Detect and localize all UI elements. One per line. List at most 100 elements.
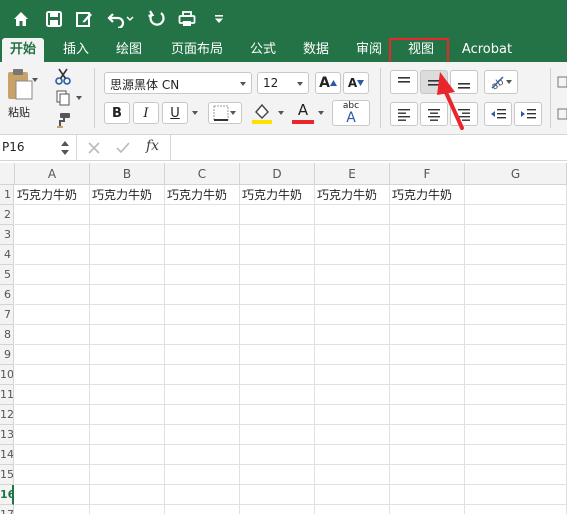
name-box[interactable]: P16: [2, 140, 25, 154]
sheet-cell[interactable]: [465, 185, 567, 205]
sheet-cell[interactable]: [90, 405, 165, 425]
underline-dropdown-icon[interactable]: [190, 108, 200, 118]
italic-button[interactable]: I: [133, 102, 159, 124]
tab-data[interactable]: 数据: [296, 38, 336, 62]
sheet-cell[interactable]: [240, 425, 315, 445]
sheet-cell[interactable]: [240, 305, 315, 325]
fill-color-button[interactable]: [250, 100, 274, 126]
sheet-cell[interactable]: [165, 505, 240, 514]
sheet-cell[interactable]: [15, 385, 90, 405]
column-header[interactable]: F: [390, 163, 465, 185]
enter-check-icon[interactable]: [116, 142, 130, 154]
sheet-cell[interactable]: [240, 385, 315, 405]
sheet-cell[interactable]: [240, 345, 315, 365]
sheet-cell[interactable]: [165, 305, 240, 325]
sheet-cell[interactable]: [390, 265, 465, 285]
edit-icon[interactable]: [73, 8, 95, 30]
sheet-cell[interactable]: [15, 345, 90, 365]
paste-dropdown-icon[interactable]: [30, 70, 40, 90]
tab-acrobat[interactable]: Acrobat: [456, 38, 518, 62]
format-painter-icon[interactable]: [52, 110, 74, 130]
sheet-cell[interactable]: [165, 405, 240, 425]
sheet-cell[interactable]: [465, 405, 567, 425]
column-header[interactable]: G: [465, 163, 567, 185]
sheet-cell[interactable]: [315, 345, 390, 365]
select-all-corner[interactable]: [0, 163, 15, 185]
merge-cells-icon[interactable]: [556, 106, 567, 122]
sheet-cell[interactable]: [15, 365, 90, 385]
sheet-cell[interactable]: [90, 205, 165, 225]
sheet-cell[interactable]: [390, 305, 465, 325]
sheet-cell[interactable]: [165, 385, 240, 405]
sheet-cell[interactable]: [90, 325, 165, 345]
sheet-cell[interactable]: [315, 405, 390, 425]
sheet-cell[interactable]: 巧克力牛奶: [390, 185, 465, 205]
font-name-dropdown[interactable]: 思源黑体 CN: [104, 72, 252, 94]
row-header[interactable]: 7: [0, 305, 14, 325]
font-color-button[interactable]: A: [291, 100, 315, 126]
tab-formulas[interactable]: 公式: [243, 38, 283, 62]
sheet-cell[interactable]: [15, 205, 90, 225]
wrap-text-icon[interactable]: [556, 74, 567, 90]
sheet-cell[interactable]: [465, 265, 567, 285]
sheet-cell[interactable]: [240, 245, 315, 265]
sheet-cell[interactable]: [390, 465, 465, 485]
sheet-cell[interactable]: [15, 225, 90, 245]
sheet-cell[interactable]: [165, 205, 240, 225]
cancel-icon[interactable]: [88, 142, 100, 154]
sheet-cell[interactable]: [90, 285, 165, 305]
column-header[interactable]: C: [165, 163, 240, 185]
sheet-cell[interactable]: [390, 345, 465, 365]
align-middle-button[interactable]: [420, 70, 448, 94]
undo-dropdown-icon[interactable]: [124, 8, 136, 30]
sheet-cell[interactable]: [90, 365, 165, 385]
row-header[interactable]: 9: [0, 345, 14, 365]
sheet-cell[interactable]: [390, 285, 465, 305]
sheet-cell[interactable]: [390, 425, 465, 445]
sheet-cell[interactable]: [390, 385, 465, 405]
sheet-cell[interactable]: [90, 265, 165, 285]
tab-page-layout[interactable]: 页面布局: [162, 38, 232, 62]
sheet-cell[interactable]: [15, 325, 90, 345]
row-header[interactable]: 13: [0, 425, 14, 445]
orientation-button[interactable]: ab: [484, 70, 518, 94]
copy-dropdown-icon[interactable]: [74, 92, 84, 104]
sheet-cell[interactable]: [90, 505, 165, 514]
sheet-cell[interactable]: [465, 485, 567, 505]
increase-font-size-button[interactable]: A: [315, 72, 341, 94]
sheet-cell[interactable]: [240, 285, 315, 305]
sheet-cell[interactable]: [315, 385, 390, 405]
copy-icon[interactable]: [52, 88, 74, 108]
sheet-cell[interactable]: [240, 265, 315, 285]
sheet-cell[interactable]: [315, 485, 390, 505]
sheet-cell[interactable]: [315, 265, 390, 285]
sheet-cell[interactable]: [315, 305, 390, 325]
align-bottom-button[interactable]: [450, 70, 478, 94]
row-header[interactable]: 3: [0, 225, 14, 245]
sheet-cell[interactable]: [315, 245, 390, 265]
sheet-cell[interactable]: 巧克力牛奶: [315, 185, 390, 205]
sheet-cell[interactable]: [390, 405, 465, 425]
sheet-cell[interactable]: [315, 445, 390, 465]
sheet-cell[interactable]: [165, 425, 240, 445]
sheet-cell[interactable]: [15, 425, 90, 445]
sheet-cell[interactable]: [465, 385, 567, 405]
save-icon[interactable]: [43, 8, 65, 30]
sheet-cell[interactable]: [315, 205, 390, 225]
sheet-cell[interactable]: [240, 505, 315, 514]
sheet-cell[interactable]: [240, 225, 315, 245]
row-header[interactable]: 14: [0, 445, 14, 465]
sheet-cell[interactable]: [90, 385, 165, 405]
sheet-cell[interactable]: [465, 325, 567, 345]
sheet-cell[interactable]: [15, 485, 90, 505]
underline-button[interactable]: U: [162, 102, 188, 124]
sheet-cell[interactable]: [165, 285, 240, 305]
sheet-cell[interactable]: [240, 405, 315, 425]
sheet-cell[interactable]: [165, 465, 240, 485]
sheet-cell[interactable]: [165, 345, 240, 365]
cut-icon[interactable]: [52, 66, 74, 86]
sheet-cell[interactable]: [240, 445, 315, 465]
sheet-cell[interactable]: [90, 465, 165, 485]
redo-icon[interactable]: [145, 8, 167, 30]
sheet-cell[interactable]: [390, 365, 465, 385]
